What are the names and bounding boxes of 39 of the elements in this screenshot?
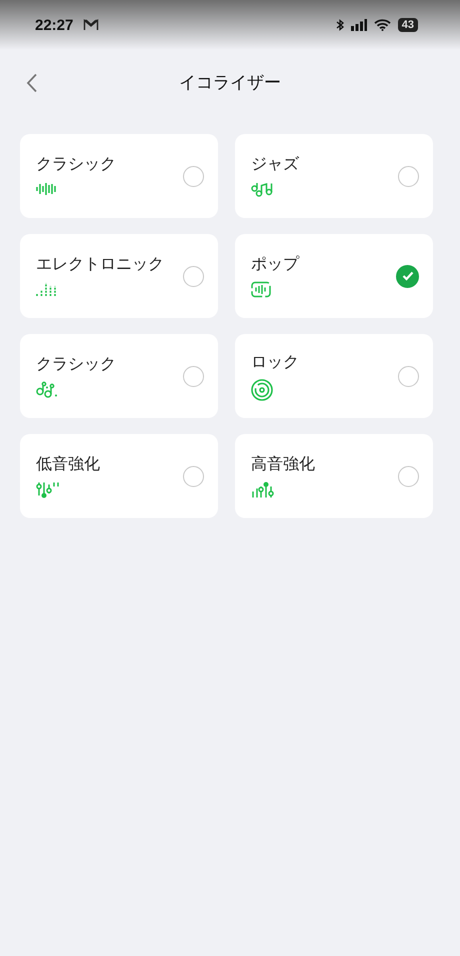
preset-label: ロック (251, 352, 299, 372)
preset-label: ポップ (251, 254, 299, 275)
radio-button[interactable] (183, 166, 204, 186)
preset-card[interactable]: ジャズ (235, 134, 433, 218)
preset-label: エレクトロニック (36, 254, 164, 275)
preset-label: クラシック (36, 154, 116, 175)
wifi-icon (374, 19, 391, 31)
preset-card[interactable]: 高音強化 (235, 434, 433, 518)
clock-time: 22:27 (35, 16, 74, 34)
preset-card[interactable]: ロック (235, 334, 433, 418)
preset-card[interactable]: エレクトロニック (20, 234, 218, 318)
preset-label: 低音強化 (36, 454, 100, 474)
radio-button[interactable] (183, 466, 204, 486)
preset-label: ジャズ (251, 154, 299, 174)
radio-button[interactable] (398, 166, 419, 186)
preset-label: クラシック (36, 354, 116, 374)
bluetooth-icon (336, 19, 344, 31)
radio-button[interactable] (398, 366, 419, 386)
music-notes-icon (251, 180, 273, 198)
battery-indicator: 43 (398, 18, 418, 32)
waveform-icon (36, 181, 56, 198)
check-icon (402, 271, 414, 281)
equalizer-sliders-icon (251, 480, 275, 498)
mail-icon (83, 19, 100, 31)
preset-card[interactable]: クラシック (20, 134, 218, 218)
checked-radio[interactable] (396, 264, 419, 288)
equalizer-sliders-icon (36, 480, 60, 498)
preset-card[interactable]: クラシック (20, 334, 218, 418)
page-title: イコライザー (179, 72, 281, 94)
disc-icon (251, 378, 273, 400)
framed-waveform-icon (251, 281, 271, 298)
preset-card[interactable]: 低音強化 (20, 434, 218, 518)
preset-card[interactable]: ポップ (235, 234, 433, 318)
radio-button[interactable] (183, 266, 204, 286)
radio-button[interactable] (398, 466, 419, 486)
preset-label: 高音強化 (251, 454, 315, 474)
signal-icon (350, 19, 367, 31)
radio-button[interactable] (183, 366, 204, 386)
music-notes-icon (36, 380, 58, 398)
